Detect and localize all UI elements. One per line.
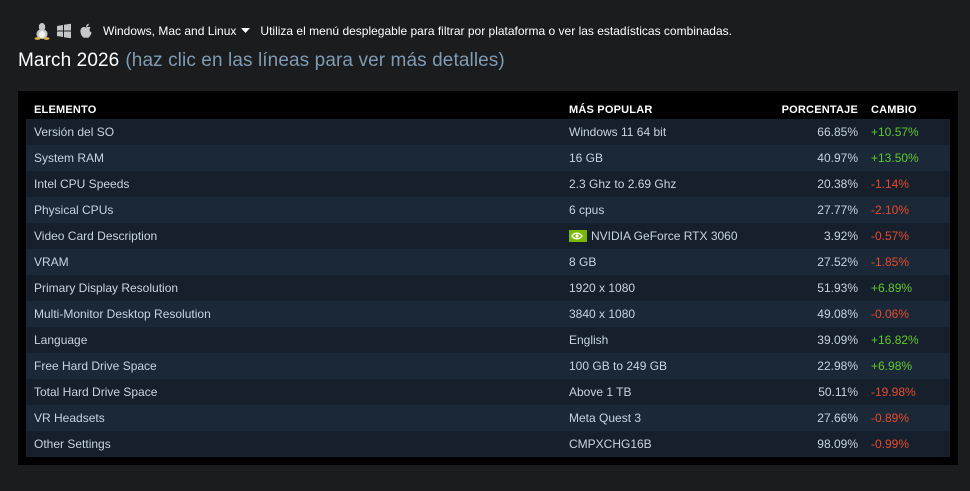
- platform-dropdown-value: Windows, Mac and Linux: [103, 24, 237, 38]
- row-elemento: VRAM: [34, 255, 69, 269]
- row-elemento: Primary Display Resolution: [34, 281, 179, 295]
- row-porcentaje: 51.93%: [817, 281, 858, 295]
- row-elemento: Total Hard Drive Space: [34, 385, 158, 399]
- row-cambio: -0.57%: [871, 229, 910, 243]
- row-porcentaje: 50.11%: [818, 385, 858, 399]
- row-popular: Windows 11 64 bit: [569, 125, 667, 139]
- row-cambio: -0.06%: [871, 307, 910, 321]
- table-row[interactable]: Other Settings CMPXCHG16B 98.09% -0.99%: [26, 431, 950, 457]
- table-row[interactable]: Primary Display Resolution 1920 x 1080 5…: [26, 275, 950, 301]
- table-row[interactable]: Language English 39.09% +16.82%: [26, 327, 950, 353]
- month-label: March 2026: [18, 50, 120, 71]
- row-popular: 8 GB: [569, 255, 597, 269]
- row-elemento: VR Headsets: [34, 411, 105, 425]
- row-cambio: +13.50%: [871, 151, 919, 165]
- table-row[interactable]: Free Hard Drive Space 100 GB to 249 GB 2…: [26, 353, 950, 379]
- row-cambio: +16.82%: [871, 333, 919, 347]
- row-elemento: Video Card Description: [34, 229, 158, 243]
- row-cambio: -0.89%: [871, 411, 910, 425]
- table-row[interactable]: Video Card Description NVIDIA GeForce RT…: [26, 223, 950, 249]
- row-cambio: +6.98%: [871, 359, 913, 373]
- table-row[interactable]: Multi-Monitor Desktop Resolution 3840 x …: [26, 301, 950, 327]
- table-row[interactable]: Intel CPU Speeds 2.3 Ghz to 2.69 Ghz 20.…: [26, 171, 950, 197]
- row-porcentaje: 3.92%: [823, 229, 858, 243]
- row-cambio: -0.99%: [871, 437, 910, 451]
- apple-icon[interactable]: [77, 21, 95, 41]
- table-body: Versión del SO Windows 11 64 bit 66.85% …: [26, 119, 950, 457]
- page-title: March 2026 (haz clic en las líneas para v…: [18, 50, 505, 72]
- table-row[interactable]: Versión del SO Windows 11 64 bit 66.85% …: [26, 119, 950, 145]
- row-popular: 100 GB to 249 GB: [569, 359, 668, 373]
- row-porcentaje: 98.09%: [817, 437, 858, 451]
- row-elemento: Physical CPUs: [34, 203, 114, 217]
- row-elemento: Intel CPU Speeds: [34, 177, 130, 191]
- row-elemento: Versión del SO: [34, 125, 115, 139]
- row-elemento: Free Hard Drive Space: [34, 359, 157, 373]
- table-row[interactable]: System RAM 16 GB 40.97% +13.50%: [26, 145, 950, 171]
- row-popular: English: [569, 333, 609, 347]
- row-porcentaje: 20.38%: [817, 177, 858, 191]
- table-row[interactable]: Total Hard Drive Space Above 1 TB 50.11%…: [26, 379, 950, 405]
- row-popular: Meta Quest 3: [569, 411, 642, 425]
- windows-icon[interactable]: [55, 21, 73, 41]
- row-popular: CMPXCHG16B: [569, 437, 652, 451]
- row-popular-cell: NVIDIA GeForce RTX 3060: [569, 229, 738, 245]
- row-elemento: Other Settings: [34, 437, 111, 451]
- row-cambio: -2.10%: [871, 203, 910, 217]
- row-cambio: -1.14%: [871, 177, 910, 191]
- row-porcentaje: 27.66%: [817, 411, 858, 425]
- hardware-stats-table: ELEMENTO MÁS POPULAR PORCENTAJE CAMBIO V…: [18, 91, 958, 465]
- row-popular: 2.3 Ghz to 2.69 Ghz: [569, 177, 677, 191]
- table-row[interactable]: Physical CPUs 6 cpus 27.77% -2.10%: [26, 197, 950, 223]
- row-cambio: -1.85%: [871, 255, 910, 269]
- table-header: ELEMENTO MÁS POPULAR PORCENTAJE CAMBIO: [26, 99, 950, 119]
- row-popular: 6 cpus: [569, 203, 605, 217]
- row-porcentaje: 27.52%: [817, 255, 858, 269]
- row-popular: 1920 x 1080: [569, 281, 636, 295]
- nvidia-icon: [569, 230, 587, 245]
- column-header-porcentaje: PORCENTAJE: [781, 104, 858, 116]
- row-porcentaje: 39.09%: [817, 333, 858, 347]
- row-cambio: +6.89%: [871, 281, 913, 295]
- row-porcentaje: 40.97%: [817, 151, 858, 165]
- row-cambio: -19.98%: [871, 385, 916, 399]
- row-elemento: Multi-Monitor Desktop Resolution: [34, 307, 211, 321]
- row-porcentaje: 27.77%: [817, 203, 858, 217]
- row-porcentaje: 22.98%: [817, 359, 858, 373]
- platform-dropdown[interactable]: Windows, Mac and Linux: [103, 24, 251, 38]
- platform-filter-hint: Utiliza el menú desplegable para filtrar…: [260, 24, 732, 38]
- table-row[interactable]: VRAM 8 GB 27.52% -1.85%: [26, 249, 950, 275]
- row-porcentaje: 49.08%: [817, 307, 858, 321]
- row-popular: 3840 x 1080: [569, 307, 636, 321]
- row-porcentaje: 66.85%: [817, 125, 858, 139]
- row-cambio: +10.57%: [871, 125, 919, 139]
- column-header-elemento: ELEMENTO: [34, 104, 97, 116]
- linux-icon[interactable]: [33, 21, 51, 41]
- row-popular: NVIDIA GeForce RTX 3060: [591, 229, 738, 243]
- chevron-down-icon: [241, 28, 251, 34]
- column-header-cambio: CAMBIO: [871, 104, 917, 116]
- column-header-popular: MÁS POPULAR: [569, 104, 653, 116]
- row-elemento: System RAM: [34, 151, 105, 165]
- row-popular: Above 1 TB: [569, 385, 632, 399]
- row-elemento: Language: [34, 333, 88, 347]
- platform-filter-bar: Windows, Mac and Linux Utiliza el menú d…: [33, 19, 732, 43]
- title-hint: (haz clic en las líneas para ver más det…: [125, 50, 505, 71]
- row-popular: 16 GB: [569, 151, 604, 165]
- table-row[interactable]: VR Headsets Meta Quest 3 27.66% -0.89%: [26, 405, 950, 431]
